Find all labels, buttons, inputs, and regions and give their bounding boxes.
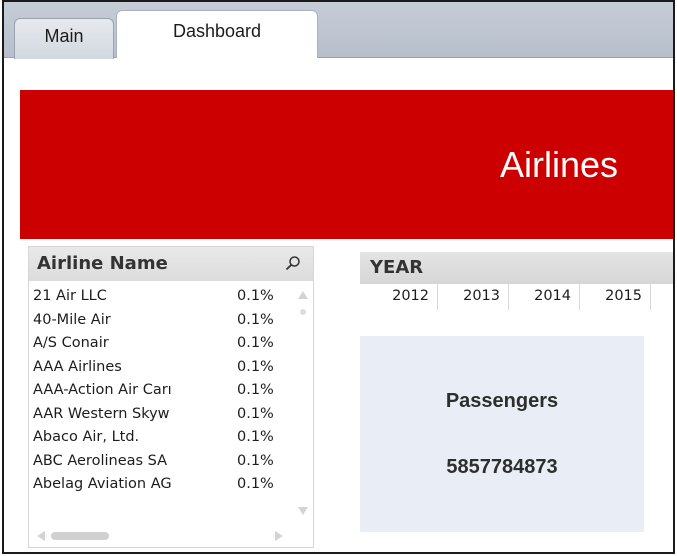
airline-pct: 0.1% bbox=[237, 405, 274, 422]
airline-name: Abaco Air, Ltd. bbox=[33, 429, 140, 445]
scroll-left-icon[interactable] bbox=[37, 531, 45, 541]
scroll-up-icon[interactable] bbox=[298, 291, 308, 299]
year-option[interactable]: 2013 bbox=[438, 284, 509, 310]
passengers-kpi: Passengers 5857784873 bbox=[360, 336, 644, 532]
airline-pct: 0.1% bbox=[237, 288, 274, 304]
vertical-scrollbar[interactable] bbox=[297, 287, 309, 519]
listbox-title: Airline Name bbox=[37, 253, 168, 274]
airline-name: A/S Conair bbox=[33, 335, 109, 351]
horizontal-scrollbar[interactable] bbox=[35, 529, 285, 543]
airline-pct: 0.1% bbox=[237, 382, 274, 398]
airline-name: 40-Mile Air bbox=[33, 311, 111, 328]
airline-pct: 0.1% bbox=[237, 335, 274, 351]
year-title: YEAR bbox=[370, 257, 424, 278]
list-item[interactable]: A/S Conair 0.1% bbox=[29, 333, 297, 357]
tab-main[interactable]: Main bbox=[14, 18, 114, 59]
list-item[interactable]: Abelag Aviation AG 0.1% bbox=[29, 474, 297, 498]
year-option[interactable]: 2012 bbox=[360, 284, 438, 310]
airline-name: AAR Western Skyw bbox=[33, 405, 170, 422]
banner-title: Airlines bbox=[500, 144, 619, 185]
airline-name: 21 Air LLC bbox=[33, 288, 107, 304]
scroll-down-icon[interactable] bbox=[298, 507, 308, 515]
year-filter: YEAR 2012 2013 2014 2015 bbox=[360, 252, 673, 314]
airline-pct: 0.1% bbox=[237, 476, 274, 492]
list-item[interactable]: 21 Air LLC 0.1% bbox=[29, 286, 297, 310]
airline-pct: 0.1% bbox=[237, 358, 274, 375]
list-item[interactable]: 40-Mile Air 0.1% bbox=[29, 310, 297, 334]
search-icon[interactable] bbox=[285, 255, 301, 271]
horizontal-scroll-thumb[interactable] bbox=[51, 532, 109, 540]
airline-pct: 0.1% bbox=[237, 452, 274, 469]
list-item[interactable]: AAA Airlines 0.1% bbox=[29, 357, 297, 381]
scroll-right-icon[interactable] bbox=[275, 531, 283, 541]
year-options: 2012 2013 2014 2015 bbox=[360, 284, 651, 310]
listbox-header: Airline Name bbox=[29, 247, 313, 281]
year-option[interactable]: 2014 bbox=[509, 284, 580, 310]
airline-name: ABC Aerolineas SA bbox=[33, 452, 168, 469]
list-item[interactable]: ABC Aerolineas SA 0.1% bbox=[29, 451, 297, 475]
airline-name: AAA-Action Air Carı bbox=[33, 382, 172, 398]
airline-name: Abelag Aviation AG bbox=[33, 476, 172, 492]
airline-rows: 21 Air LLC 0.1% 40-Mile Air 0.1% A/S Con… bbox=[29, 286, 297, 498]
vertical-scroll-thumb[interactable] bbox=[300, 309, 306, 315]
year-header: YEAR bbox=[360, 252, 673, 284]
airline-name-listbox[interactable]: Airline Name 21 Air LLC 0.1% 40-Mile Air… bbox=[28, 246, 314, 548]
year-option[interactable]: 2015 bbox=[580, 284, 651, 310]
kpi-value: 5857784873 bbox=[446, 456, 558, 478]
airline-name: AAA Airlines bbox=[33, 358, 122, 375]
app-window: Main Dashboard Airlines Airline Name 21 … bbox=[2, 0, 675, 554]
list-item[interactable]: Abaco Air, Ltd. 0.1% bbox=[29, 427, 297, 451]
list-item[interactable]: AAR Western Skyw 0.1% bbox=[29, 404, 297, 428]
list-item[interactable]: AAA-Action Air Carı 0.1% bbox=[29, 380, 297, 404]
airline-pct: 0.1% bbox=[237, 311, 274, 328]
kpi-label: Passengers bbox=[445, 390, 559, 412]
airline-pct: 0.1% bbox=[237, 429, 274, 445]
tab-bar: Main Dashboard bbox=[4, 2, 673, 59]
tab-dashboard[interactable]: Dashboard bbox=[116, 10, 318, 58]
